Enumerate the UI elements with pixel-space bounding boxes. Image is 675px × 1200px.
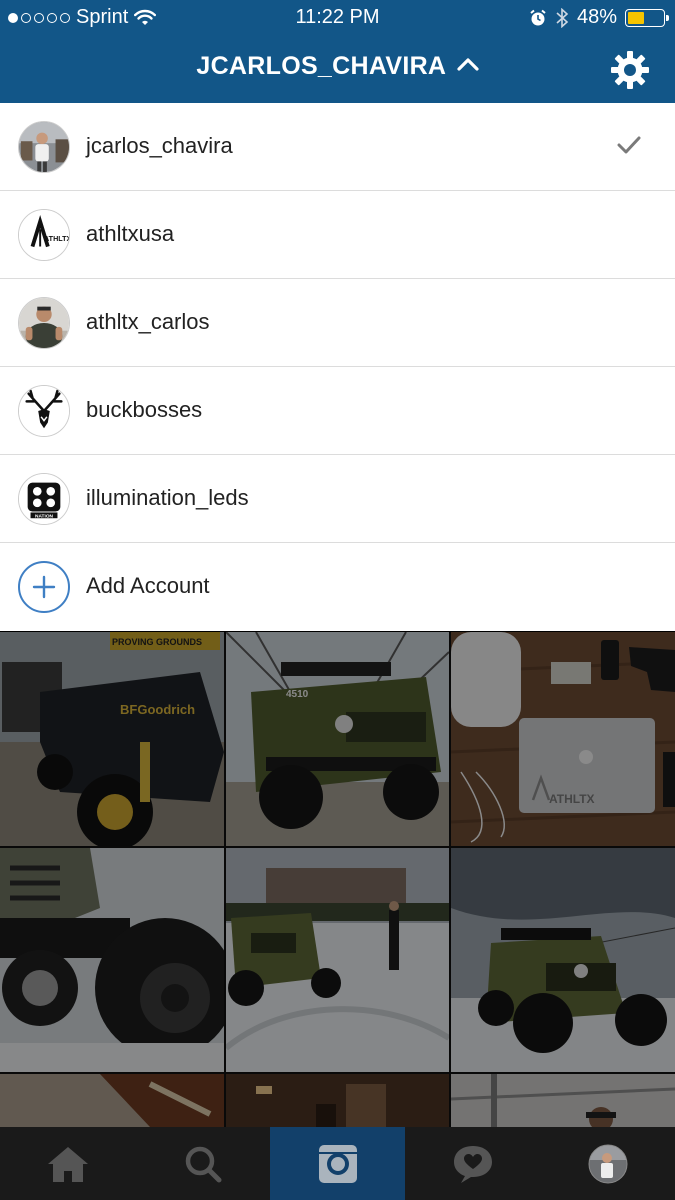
battery-icon bbox=[625, 8, 669, 27]
dim-overlay bbox=[0, 632, 675, 1127]
plus-icon bbox=[18, 561, 70, 613]
username: athltxusa bbox=[86, 221, 175, 246]
avatar bbox=[18, 297, 70, 349]
username: jcarlos_chavira bbox=[86, 133, 233, 158]
avatar: NATION bbox=[18, 473, 70, 525]
alarm-icon bbox=[530, 9, 546, 25]
search-icon bbox=[185, 1146, 221, 1182]
status-right: 48% bbox=[529, 6, 669, 29]
tab-profile[interactable] bbox=[540, 1127, 675, 1200]
account-row-buckbosses[interactable]: buckbosses bbox=[0, 367, 675, 455]
tab-camera[interactable] bbox=[270, 1127, 405, 1200]
tab-home[interactable] bbox=[0, 1127, 135, 1200]
gear-icon[interactable] bbox=[610, 50, 650, 90]
username: buckbosses bbox=[86, 397, 203, 422]
username: illumination_leds bbox=[86, 485, 249, 510]
avatar: ATHLTX bbox=[18, 209, 70, 261]
account-row-athltxusa[interactable]: ATHLTX athltxusa bbox=[0, 191, 675, 279]
chevron-up-icon bbox=[457, 58, 479, 71]
account-switcher-title[interactable]: JCARLOS_CHAVIRA bbox=[0, 52, 675, 81]
photo-grid: PROVING GROUNDS BFGoodrich 4510 ATHLTX bbox=[0, 632, 675, 1127]
app-header: Sprint 11:22 PM 48% JCARLOS_CHAVIRA bbox=[0, 0, 675, 103]
add-account-button[interactable]: Add Account bbox=[0, 543, 675, 631]
avatar bbox=[18, 385, 70, 437]
battery-percent: 48% bbox=[576, 6, 617, 28]
account-list: jcarlos_chavira ATHLTX athltxusa athltx_… bbox=[0, 103, 675, 631]
home-icon bbox=[47, 1146, 88, 1182]
tab-bar bbox=[0, 1127, 675, 1200]
checkmark-icon bbox=[617, 136, 641, 154]
bluetooth-icon bbox=[556, 7, 569, 28]
camera-icon bbox=[318, 1144, 357, 1183]
add-account-label: Add Account bbox=[86, 573, 210, 598]
nation-logo-text: NATION bbox=[35, 513, 54, 519]
avatar bbox=[18, 121, 70, 173]
profile-icon bbox=[588, 1144, 627, 1183]
status-bar: Sprint 11:22 PM 48% bbox=[0, 0, 675, 36]
account-row-athltx-carlos[interactable]: athltx_carlos bbox=[0, 279, 675, 367]
username: athltx_carlos bbox=[86, 309, 210, 334]
account-title-text: JCARLOS_CHAVIRA bbox=[196, 52, 446, 80]
account-row-illumination-leds[interactable]: NATION illumination_leds bbox=[0, 455, 675, 543]
athltx-logo-text: ATHLTX bbox=[44, 234, 70, 243]
tab-activity[interactable] bbox=[405, 1127, 540, 1200]
account-row-jcarlos-chavira[interactable]: jcarlos_chavira bbox=[0, 103, 675, 191]
activity-icon bbox=[453, 1145, 492, 1183]
tab-search[interactable] bbox=[135, 1127, 270, 1200]
